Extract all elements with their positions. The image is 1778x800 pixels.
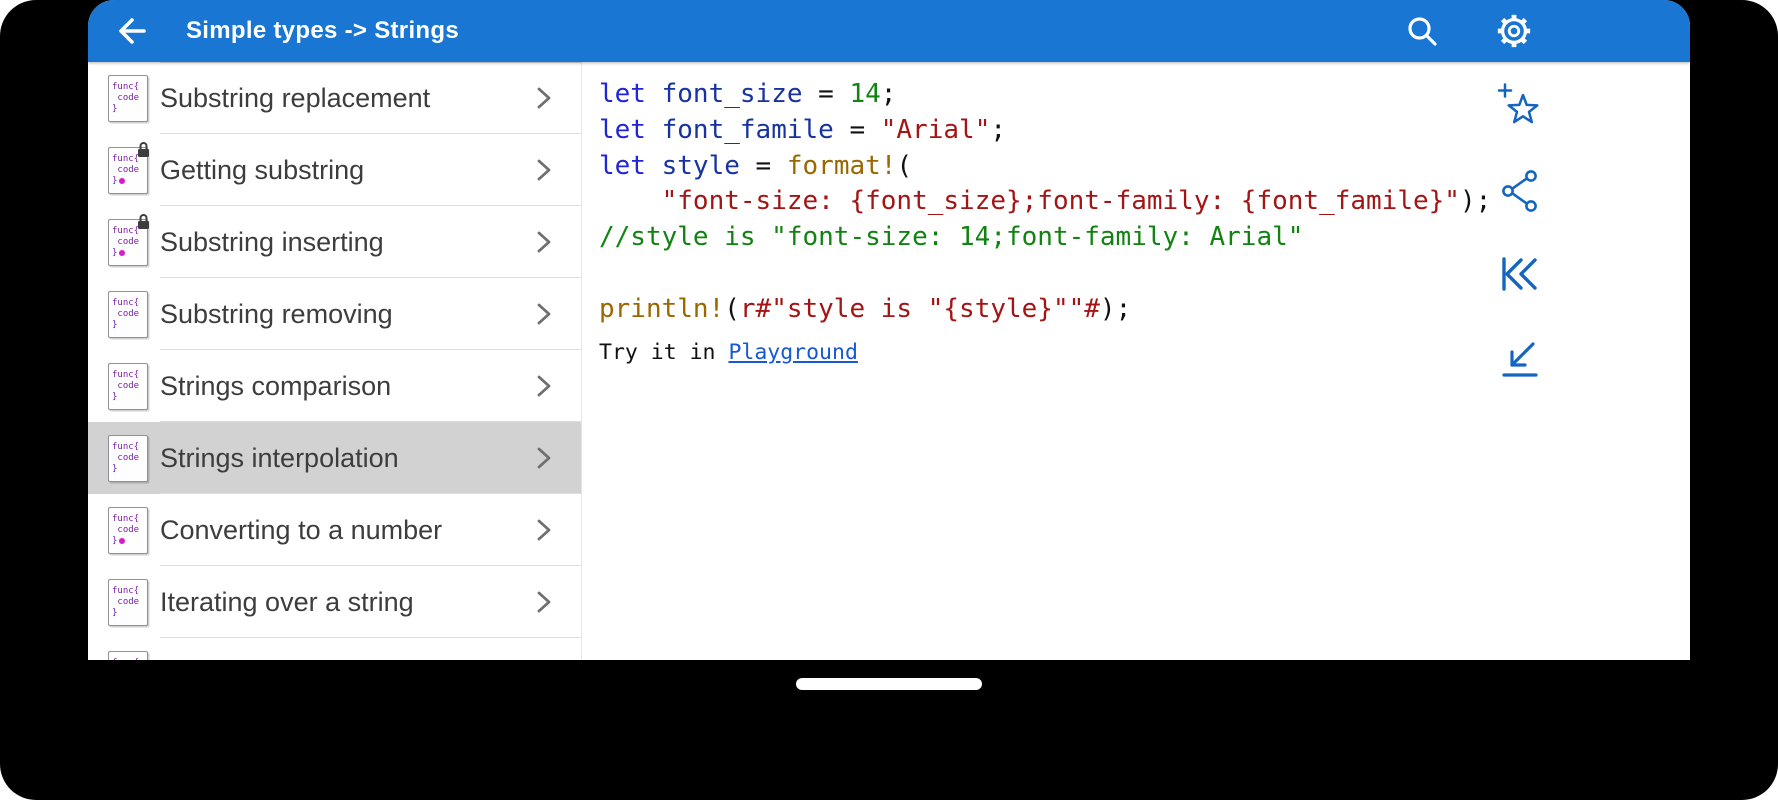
code-file-icon: func{ code} [108,362,148,410]
topic-item-2[interactable]: func{ code} Substring inserting [88,206,581,278]
gear-icon [1497,14,1531,48]
code-file-icon: func{ code} [108,213,149,266]
back-arrow-icon [119,18,146,44]
chevron-right-icon [529,588,557,616]
star-add-icon [1497,83,1539,124]
skip-to-start-icon [1502,257,1537,291]
topic-item-1[interactable]: func{ code} Getting substring [88,134,581,206]
topic-item-8[interactable]: func{ code} Change the case of [88,638,581,660]
page-title: Simple types -> Strings [186,17,459,44]
padlock-icon [138,213,149,229]
topic-label: Strings interpolation [160,442,399,473]
code-panel: let font_size = 14; let font_famile = "Ar… [582,62,1690,660]
app-screen: Simple types -> Strings func{code} Sub… [88,0,1690,660]
topic-item-7[interactable]: func{ code} Iterating over a string [88,566,581,638]
chevron-right-icon [529,300,557,328]
chevron-right-icon [529,372,557,400]
app-bar: Simple types -> Strings [88,0,1690,62]
chevron-right-icon [529,444,557,472]
topic-label: Substring replacement [160,82,431,113]
settings-button[interactable] [1491,8,1537,54]
side-action-bar [1496,82,1544,382]
code-file-icon: func{ code} [108,578,148,626]
back-button[interactable] [112,8,154,54]
content-area: func{ code} Substring replacement func{ co… [88,62,1690,660]
favorite-button[interactable] [1496,82,1544,130]
topics-list: func{ code} Substring replacement func{ co… [88,62,582,660]
padlock-icon [138,141,149,157]
skip-to-start-button[interactable] [1496,250,1544,298]
code-file-icon: func{ code} [108,290,148,338]
topic-item-3[interactable]: func{ code} Substring removing [88,278,581,350]
search-button[interactable] [1399,8,1445,54]
chevron-right-icon [529,516,557,544]
chevron-right-icon [529,156,557,184]
topic-item-5[interactable]: func{ code} Strings interpolation [88,422,581,494]
topic-item-6[interactable]: func{ code} Converting to a number [88,494,581,566]
share-button[interactable] [1496,166,1544,214]
search-icon [1408,17,1437,46]
code-file-icon: func{ code} [108,74,148,122]
playground-link[interactable]: Playground [728,340,857,365]
code-file-icon: func{ code} [108,141,149,194]
dot-marker [119,178,126,184]
topic-item-4[interactable]: func{ code} Strings comparison [88,350,581,422]
topic-label: Substring inserting [160,226,384,257]
topic-label: Converting to a number [160,514,443,545]
topic-label: Getting substring [160,154,365,185]
code-file-icon: func{ code} [108,506,148,554]
dot-marker [119,538,126,544]
move-to-bottom-button[interactable] [1496,334,1544,382]
phone-frame: Simple types -> Strings func{code} Sub… [0,0,1778,800]
topic-label: Change the case of [160,659,529,661]
chevron-right-icon [529,228,557,256]
dot-marker [119,250,126,256]
topic-item-0[interactable]: func{ code} Substring replacement [88,62,581,134]
topic-label: Strings comparison [160,370,392,401]
home-indicator[interactable] [796,678,982,690]
topic-label: Substring removing [160,298,393,329]
code-file-icon: func{ code} [108,434,148,482]
topic-label: Iterating over a string [160,586,414,617]
arrow-bottom-left-icon [1502,342,1538,377]
chevron-right-icon [529,84,557,112]
share-nodes-icon [1502,170,1537,212]
try-it-text: Try it in [599,339,716,365]
code-file-icon: func{ code} [108,650,148,660]
